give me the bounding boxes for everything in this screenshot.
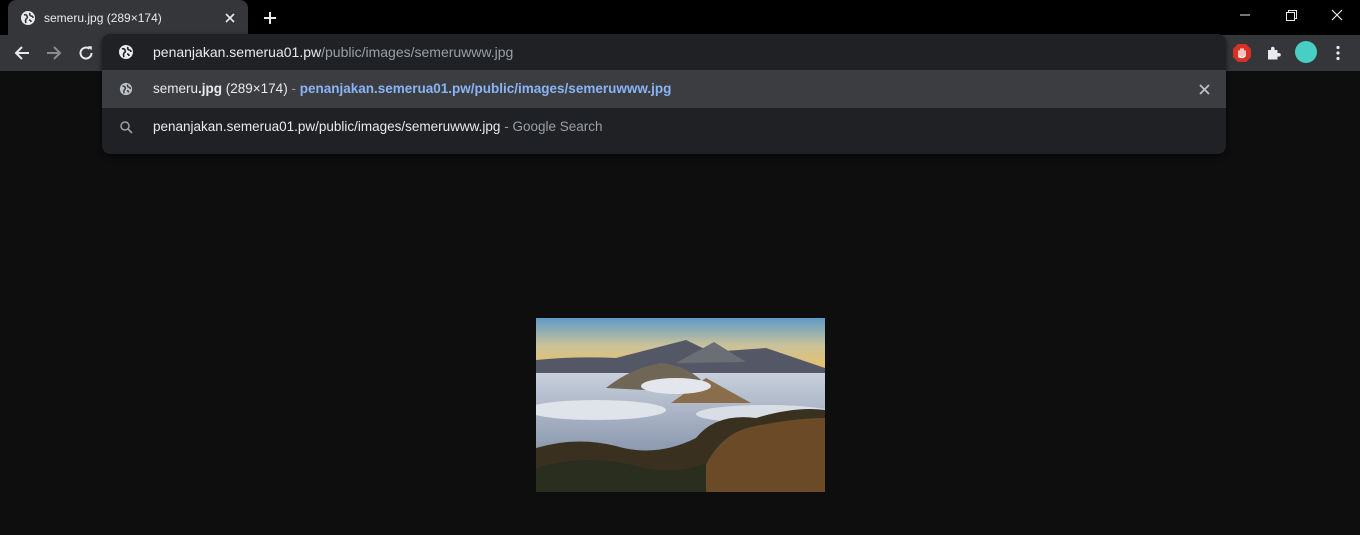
tab-active[interactable]: semeru.jpg (289×174) [8,0,248,35]
suggestion-url: penanjakan.semerua01.pw/public/images/se… [299,81,672,96]
search-icon [118,119,134,135]
close-icon[interactable] [1314,0,1360,30]
viewed-image [526,318,836,492]
suggestion-text: semeru.jpg (289×174) - penanjakan.semeru… [153,81,671,96]
restore-icon[interactable] [1268,0,1314,30]
suggestion-title-rest: (289×174) [222,81,288,96]
puzzle-icon[interactable] [1262,41,1286,65]
arrow-right-icon[interactable] [40,39,68,67]
tab-title: semeru.jpg (289×174) [44,10,162,25]
omnibox-popup: penanjakan.semerua01.pw/public/images/se… [102,34,1226,154]
reload-icon[interactable] [72,39,100,67]
suggestion-separator: - [287,81,300,96]
avatar[interactable] [1295,41,1317,63]
globe-icon [20,10,36,26]
arrow-left-icon[interactable] [8,39,36,67]
suggestion-separator: - [500,119,513,134]
close-icon[interactable] [1196,81,1212,97]
globe-icon [118,44,134,65]
stop-hand-extension-icon[interactable] [1230,41,1254,65]
url-host: penanjakan.semerua01.pw [153,44,322,60]
minimize-icon[interactable] [1222,0,1268,30]
close-icon[interactable] [222,10,238,26]
suggestion-history[interactable]: semeru.jpg (289×174) - penanjakan.semeru… [102,70,1226,108]
address-bar[interactable]: penanjakan.semerua01.pw/public/images/se… [102,34,1226,70]
suggestion-search[interactable]: penanjakan.semerua01.pw/public/images/se… [102,108,1226,146]
title-bar: semeru.jpg (289×174) [0,0,1360,35]
suggestion-title-bold: .jpg [198,81,223,96]
suggestion-title: semeru [153,81,199,96]
suggestion-provider: Google Search [512,119,603,134]
url-path: /public/images/semeruwww.jpg [321,44,514,60]
kebab-menu-icon[interactable] [1326,41,1350,65]
suggestion-text: penanjakan.semerua01.pw/public/images/se… [153,119,603,134]
plus-icon[interactable] [260,8,280,28]
suggestion-query: penanjakan.semerua01.pw/public/images/se… [153,119,501,134]
globe-icon [118,81,134,97]
address-input[interactable]: penanjakan.semerua01.pw/public/images/se… [153,44,513,60]
